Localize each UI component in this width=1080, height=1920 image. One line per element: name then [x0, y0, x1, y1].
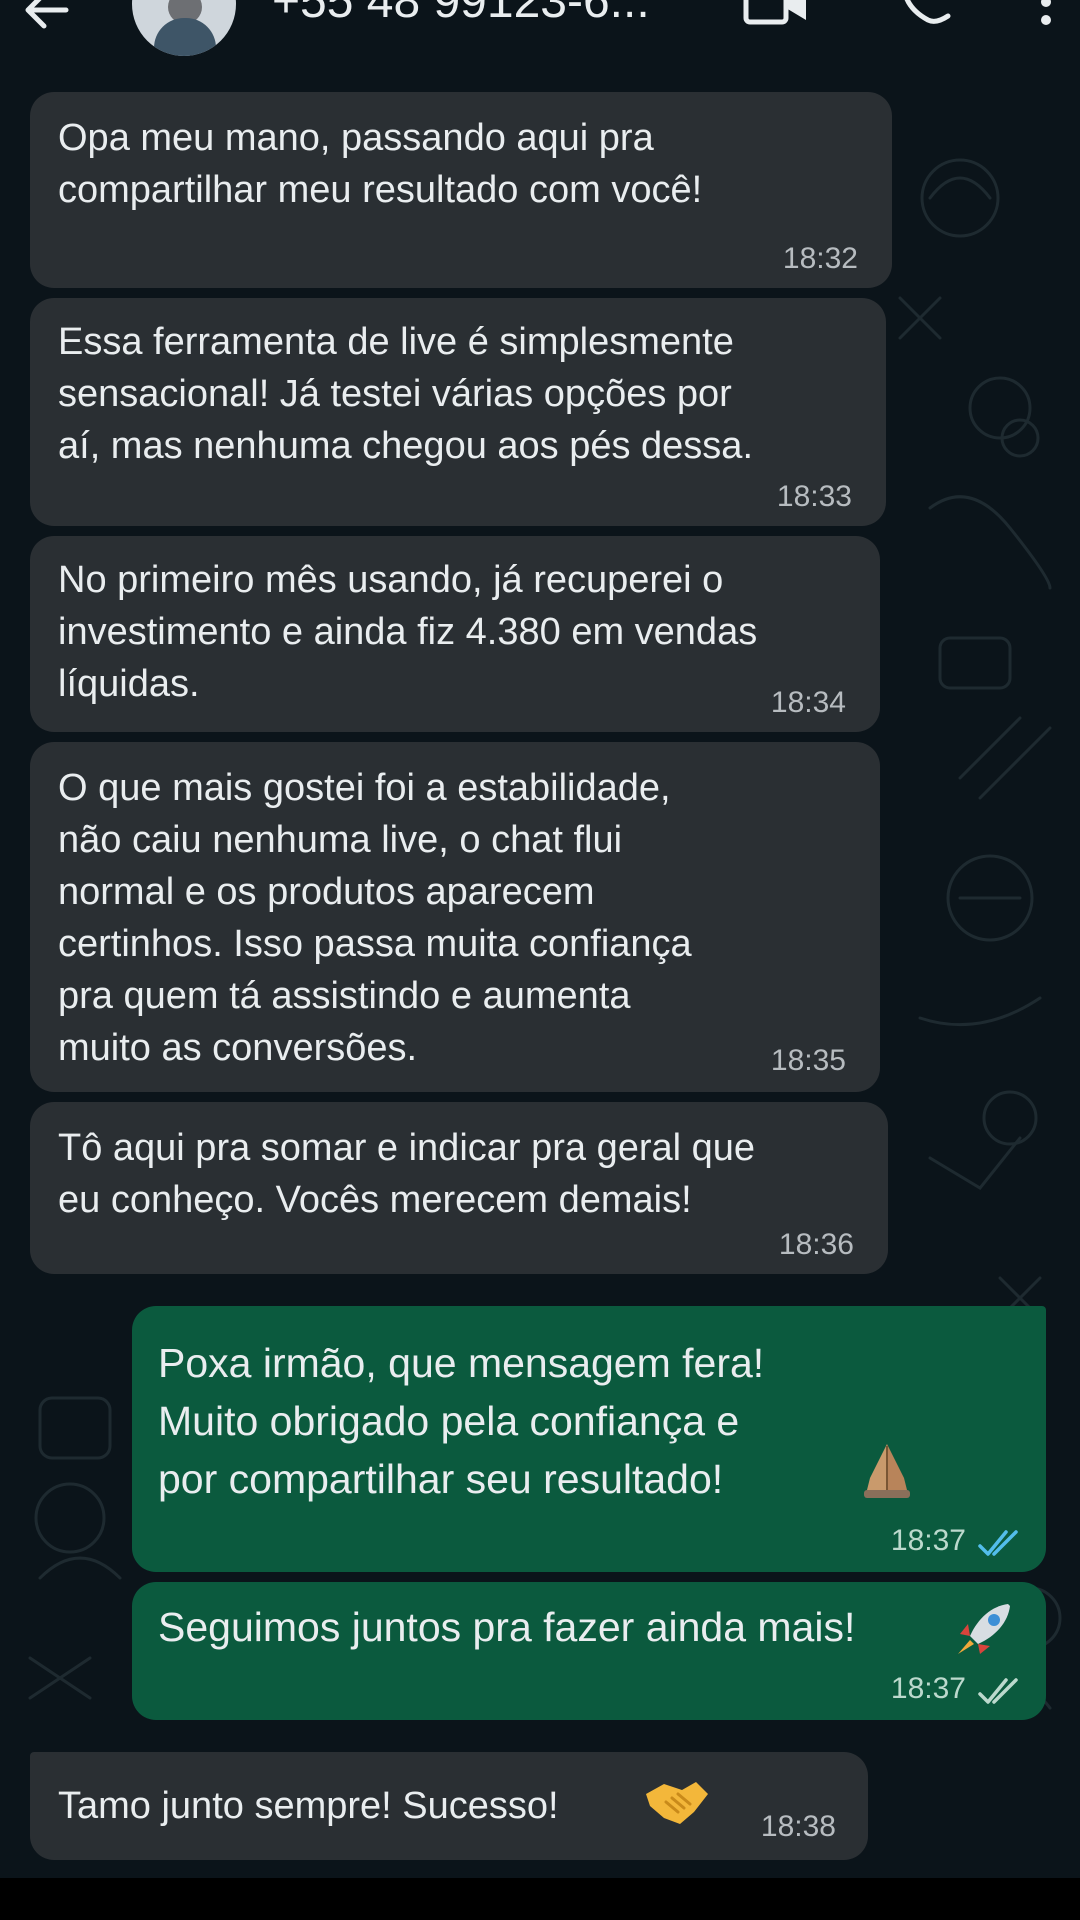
delivered-receipt-icon [978, 1678, 1018, 1704]
avatar-body [154, 18, 216, 56]
message-bubble-incoming[interactable]: Opa meu mano, passando aqui pra comparti… [30, 92, 892, 288]
message-text: Essa ferramenta de live é simplesmente s… [58, 321, 754, 467]
screen-edge [0, 0, 4, 1920]
message-time: 18:38 [760, 1810, 836, 1843]
message-text: Tamo junto sempre! Sucesso! [58, 1785, 559, 1827]
message-time: 18:34 [770, 686, 846, 719]
message-bubble-incoming[interactable]: Tô aqui pra somar e indicar pra geral qu… [30, 1102, 888, 1274]
chat-header: +55 48 99123-6... [0, 0, 1080, 78]
handshake-emoji [646, 1782, 708, 1824]
message-text: Poxa irmão, que mensagem fera! Muito obr… [158, 1340, 765, 1502]
message-bubble-incoming[interactable]: No primeiro mês usando, já recuperei o i… [30, 536, 880, 732]
message-text: O que mais gostei foi a estabilidade, nã… [58, 767, 692, 1069]
message-list: Opa meu mano, passando aqui pra comparti… [0, 0, 1080, 1920]
message-bubble-incoming[interactable]: Tamo junto sempre! Sucesso! 18:38 [30, 1752, 868, 1860]
message-text: Opa meu mano, passando aqui pra comparti… [58, 117, 703, 211]
message-time: 18:36 [778, 1228, 854, 1261]
message-text: Seguimos juntos pra fazer ainda mais! [158, 1604, 856, 1650]
folded-hands-emoji [864, 1444, 910, 1498]
message-bubble-incoming[interactable]: Essa ferramenta de live é simplesmente s… [30, 298, 886, 526]
message-time: 18:32 [782, 242, 858, 275]
more-vertical-icon[interactable] [1036, 0, 1056, 28]
arrow-left-icon[interactable] [18, 0, 74, 38]
message-bubble-outgoing[interactable]: Poxa irmão, que mensagem fera! Muito obr… [132, 1306, 1046, 1572]
message-time: 18:37 [890, 1672, 966, 1705]
contact-avatar[interactable] [132, 0, 236, 56]
message-bubble-outgoing[interactable]: Seguimos juntos pra fazer ainda mais! 18… [132, 1582, 1046, 1720]
rocket-emoji [958, 1604, 1010, 1654]
message-time: 18:33 [776, 480, 852, 513]
message-bubble-incoming[interactable]: O que mais gostei foi a estabilidade, nã… [30, 742, 880, 1092]
read-receipt-icon [978, 1530, 1018, 1556]
contact-name[interactable]: +55 48 99123-6... [272, 0, 650, 30]
whatsapp-chat-screen: +55 48 99123-6... Opa meu mano, passando… [0, 0, 1080, 1920]
video-camera-icon[interactable] [742, 0, 812, 26]
message-time: 18:35 [770, 1044, 846, 1077]
phone-icon[interactable] [898, 0, 954, 26]
system-navigation-bar [0, 1878, 1080, 1920]
message-text: Tô aqui pra somar e indicar pra geral qu… [58, 1127, 756, 1221]
message-time: 18:37 [890, 1524, 966, 1557]
message-text: No primeiro mês usando, já recuperei o i… [58, 559, 758, 705]
